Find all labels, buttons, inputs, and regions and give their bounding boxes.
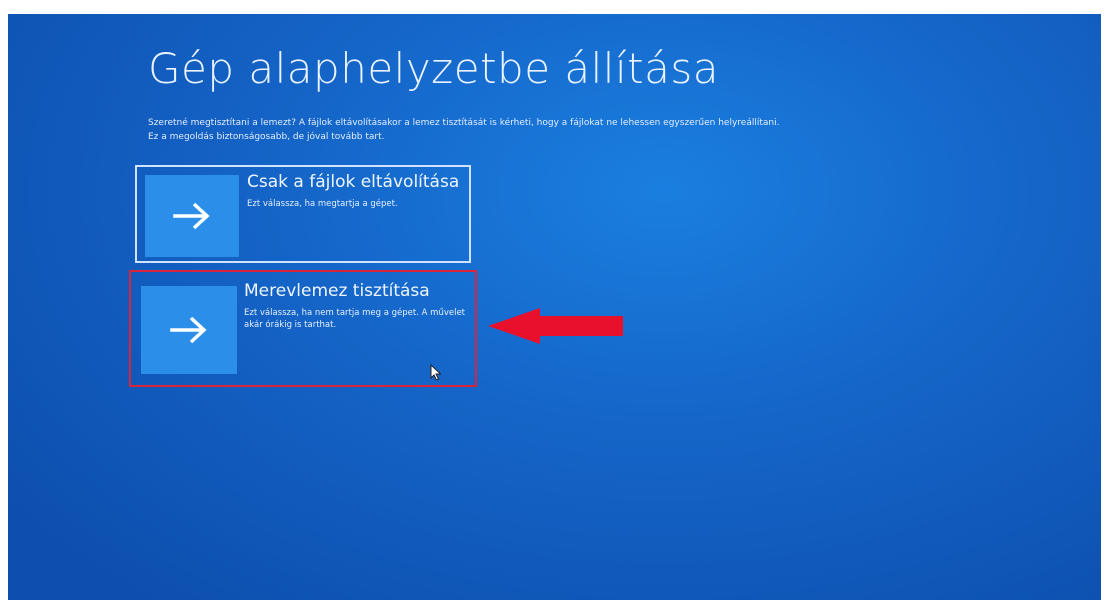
pointer-arrow-icon	[488, 308, 623, 344]
option-tile	[145, 175, 239, 257]
arrow-right-icon	[170, 316, 207, 344]
arrow-right-icon	[173, 202, 210, 230]
page-title: Gép alaphelyzetbe állítása	[148, 44, 719, 93]
option-remove-files-only[interactable]: Csak a fájlok eltávolítása Ezt válassza,…	[135, 165, 471, 263]
page-description: Szeretné megtisztítani a lemezt? A fájlo…	[148, 118, 780, 142]
option-text: Merevlemez tisztítása Ezt válassza, ha n…	[244, 282, 467, 331]
option-subtitle: Ezt válassza, ha megtartja a gépet.	[247, 199, 398, 209]
mouse-cursor-icon	[430, 364, 442, 381]
option-tile	[141, 286, 237, 374]
option-title: Csak a fájlok eltávolítása	[247, 172, 460, 192]
option-subtitle: Ezt válassza, ha nem tartja meg a gépet.…	[244, 308, 466, 330]
reset-pc-screen: Gép alaphelyzetbe állítása Szeretné megt…	[8, 14, 1101, 600]
option-text: Csak a fájlok eltávolítása Ezt válassza,…	[247, 173, 461, 210]
option-title: Merevlemez tisztítása	[244, 281, 430, 301]
option-clean-drive[interactable]: Merevlemez tisztítása Ezt válassza, ha n…	[129, 270, 477, 387]
